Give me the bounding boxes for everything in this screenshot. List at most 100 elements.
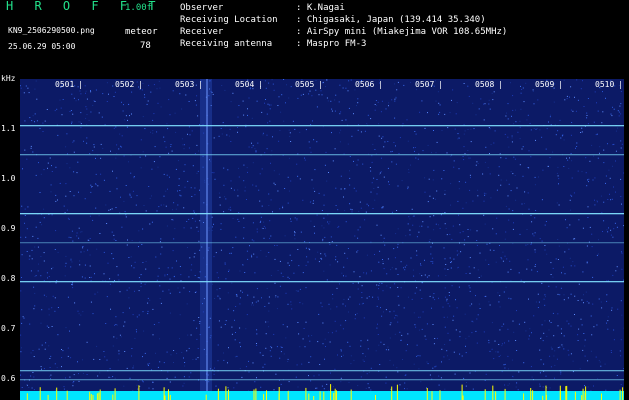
signal-trace (20, 125, 624, 127)
y-tick-label: 0.9 (1, 224, 16, 233)
meteor-spike (391, 386, 393, 400)
signal-trace (20, 242, 624, 244)
y-tick-label: 0.8 (1, 274, 16, 283)
signal-trace (20, 281, 624, 283)
meteor-spike (319, 391, 321, 400)
meteor-spike (92, 395, 94, 400)
meteor-spike (56, 387, 58, 400)
meteor-spike (333, 393, 335, 400)
meteor-spike (622, 387, 624, 400)
info-value-antenna: : Maspro FM-3 (296, 39, 367, 49)
time-tick-label: 0507 (415, 80, 435, 89)
meteor-spike (217, 388, 219, 400)
meteor-label: meteor (125, 27, 158, 37)
meteor-spike (308, 393, 310, 400)
meteor-spike (253, 389, 255, 400)
time-tick-label: 0509 (535, 80, 555, 89)
meteor-spike (228, 389, 229, 400)
meteor-spike (523, 393, 525, 400)
y-tick-label: 0.7 (1, 324, 16, 333)
meteor-spike (114, 388, 116, 400)
meteor-spike (350, 389, 352, 400)
meteor-spike (560, 391, 561, 400)
meteor-spike (99, 389, 101, 400)
filename-label: KN9_2506290500.png (8, 26, 95, 35)
meteor-spike (26, 393, 28, 400)
time-axis: 0501 0502 0503 0504 0505 0506 0507 0508 … (20, 80, 624, 94)
meteor-spike (565, 386, 567, 400)
time-tick-label: 0508 (475, 80, 495, 89)
meteor-spike (542, 395, 544, 400)
meteor-spike (530, 388, 532, 400)
bottom-level-bar (20, 391, 624, 400)
meteor-spike (169, 394, 171, 400)
meteor-spike (396, 384, 398, 400)
interference-stripe (206, 79, 208, 400)
spectrogram-canvas (20, 79, 624, 400)
meteor-spike (484, 389, 486, 400)
meteor-spike (225, 386, 227, 400)
spectrogram-plot (20, 79, 624, 400)
time-tick-label: 0505 (295, 80, 315, 89)
noise-layer (20, 79, 624, 400)
meteor-spike (112, 394, 114, 400)
meteor-spike (581, 395, 583, 400)
meteor-spike (601, 393, 602, 400)
meteor-spike (205, 394, 207, 400)
meteor-spike (287, 391, 289, 400)
y-tick-label: 0.6 (1, 374, 16, 383)
meteor-spike (431, 391, 433, 400)
meteor-spike (168, 389, 169, 400)
info-key-antenna: Receiving antenna (180, 39, 273, 49)
info-value-location: : Chigasaki, Japan (139.414 35.340) (296, 15, 486, 25)
version-label: 1.00f (125, 3, 153, 13)
y-tick-label: 1.0 (1, 174, 16, 183)
meteor-count: 78 (140, 41, 151, 51)
meteor-spike (266, 390, 267, 400)
time-tick-label: 0504 (235, 80, 255, 89)
info-value-receiver: : AirSpy mini (Miakejima VOR 108.65MHz) (296, 27, 508, 37)
meteor-spike (163, 387, 165, 400)
meteor-spike (96, 393, 98, 400)
meteor-spike (462, 395, 464, 400)
meteor-spike (255, 388, 257, 400)
y-axis-unit: kHz (1, 74, 16, 83)
time-tick-label: 0510 (595, 80, 615, 89)
meteor-spike (138, 385, 140, 400)
meteor-spike (566, 385, 568, 400)
meteor-spike (305, 387, 307, 400)
meteor-spike (546, 394, 547, 400)
info-key-location: Receiving Location (180, 15, 278, 25)
time-tick-label: 0506 (355, 80, 375, 89)
signal-trace (20, 154, 624, 156)
meteor-spike (90, 394, 92, 400)
meteor-spike (584, 392, 586, 400)
meteor-spike (47, 394, 49, 400)
timestamp-label: 25.06.29 05:00 (8, 42, 76, 51)
meteor-spike (98, 392, 100, 400)
meteor-spike (336, 390, 337, 400)
meteor-spike (164, 395, 166, 400)
meteor-spike (574, 391, 576, 400)
signal-trace (20, 213, 624, 215)
meteor-spike (313, 396, 315, 400)
time-tick-label: 0502 (115, 80, 135, 89)
meteor-spike (66, 390, 68, 400)
meteor-spike (263, 394, 265, 400)
meteor-spike (504, 388, 506, 400)
meteor-spike (375, 395, 376, 400)
meteor-spike (426, 388, 428, 400)
meteor-spike (278, 393, 280, 400)
time-tick-label: 0503 (175, 80, 195, 89)
info-key-receiver: Receiver (180, 27, 224, 37)
meteor-spike (439, 390, 441, 400)
meteor-spike (334, 388, 336, 400)
meteor-spike (619, 389, 621, 400)
time-tick-label: 0501 (55, 80, 75, 89)
meteor-spike (323, 391, 325, 400)
meteor-spike (89, 391, 91, 400)
meteor-spike (492, 385, 494, 400)
meteor-spike (39, 387, 41, 400)
signal-trace (20, 370, 624, 372)
y-tick-label: 1.1 (1, 124, 16, 133)
